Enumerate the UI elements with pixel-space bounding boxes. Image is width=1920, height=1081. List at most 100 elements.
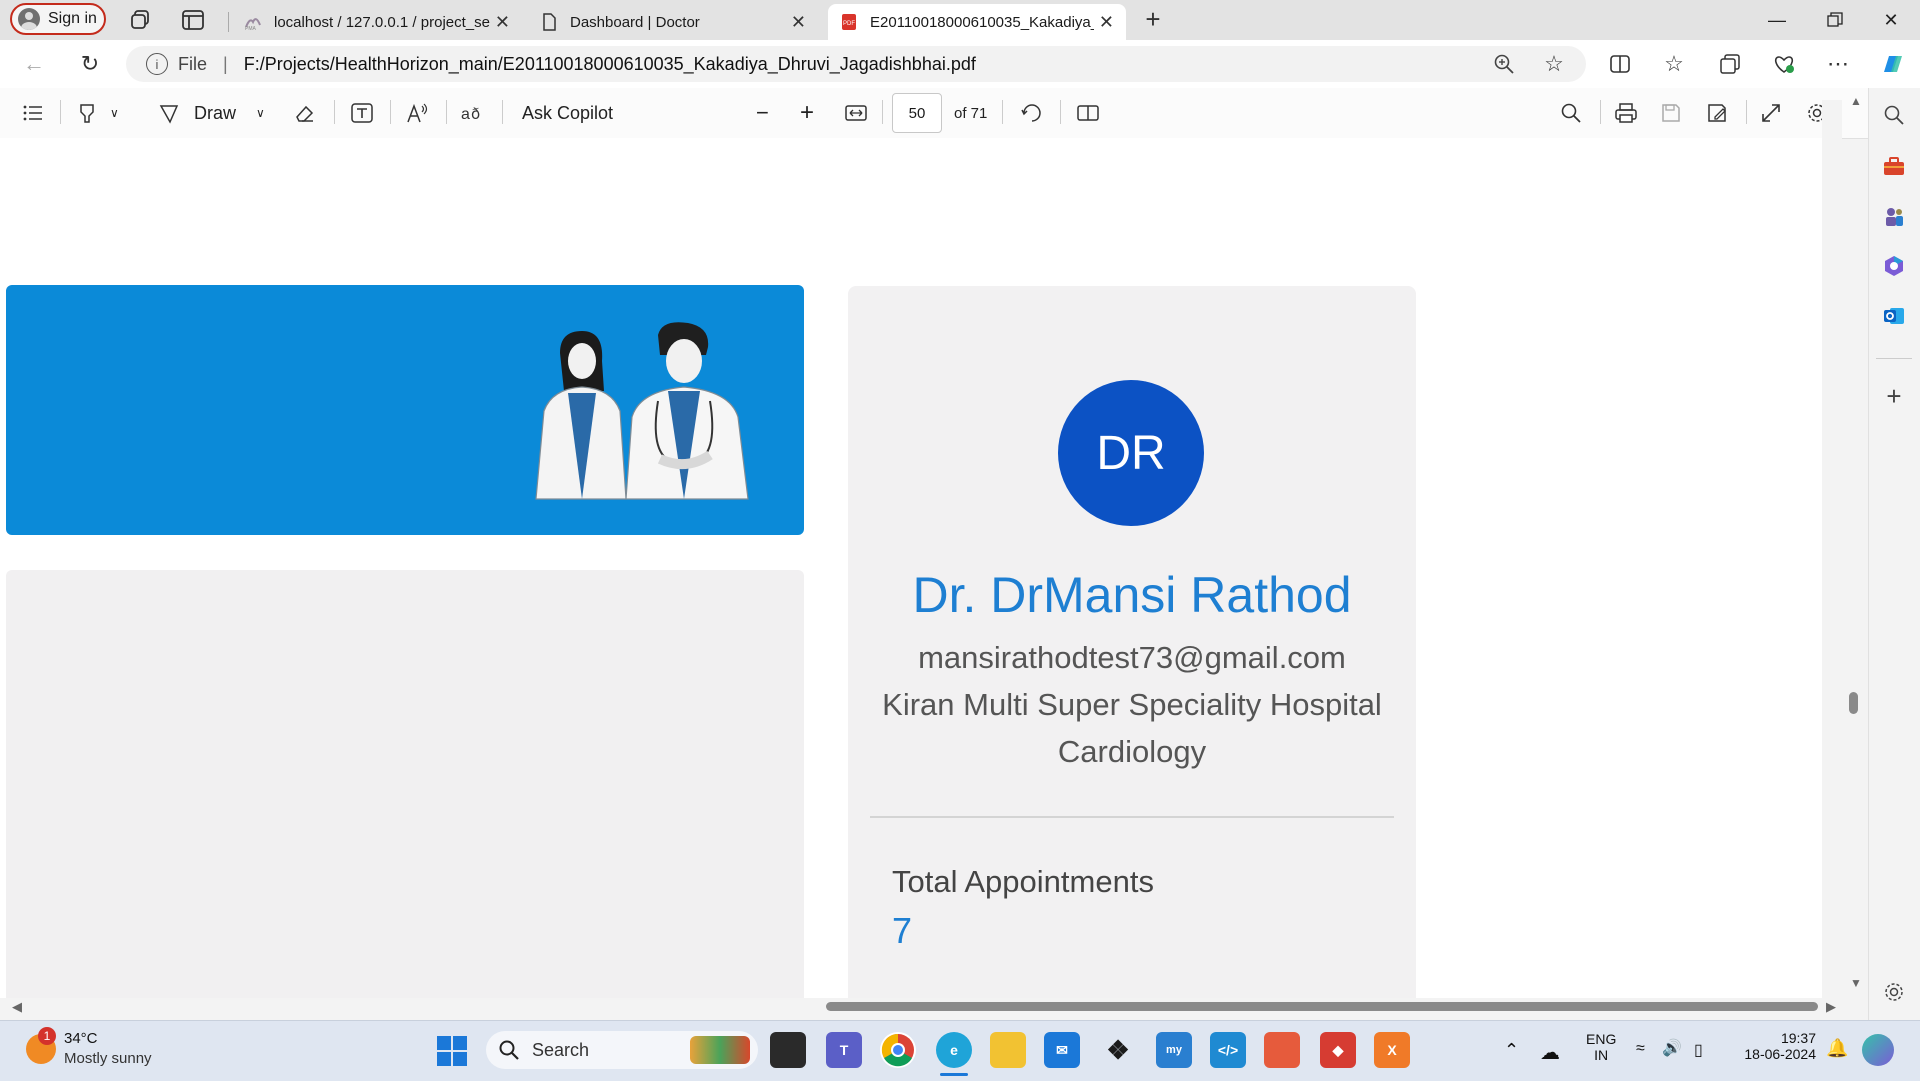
taskbar-search[interactable]: Search: [486, 1031, 758, 1069]
teams-icon[interactable]: T: [826, 1032, 862, 1068]
browser-essentials-icon[interactable]: [1770, 50, 1798, 78]
rotate-icon[interactable]: [1020, 100, 1044, 126]
restore-icon[interactable]: [1806, 0, 1864, 40]
favorites-icon[interactable]: ☆: [1660, 50, 1688, 78]
zoom-icon[interactable]: [1490, 50, 1518, 78]
vertical-scrollbar[interactable]: [1822, 100, 1842, 998]
toolbar-separator: [502, 100, 503, 124]
volume-icon[interactable]: 🔊: [1662, 1038, 1682, 1058]
start-icon[interactable]: [436, 1035, 468, 1072]
address-url[interactable]: F:/Projects/HealthHorizon_main/E20110018…: [244, 54, 976, 75]
scroll-right-icon[interactable]: ▶: [1826, 999, 1836, 1015]
anydesk-icon[interactable]: ◆: [1320, 1032, 1356, 1068]
battery-icon[interactable]: ▯: [1694, 1040, 1703, 1060]
minimize-icon[interactable]: —: [1748, 0, 1806, 40]
zoom-out-icon[interactable]: −: [756, 100, 769, 126]
workspaces-icon[interactable]: [128, 8, 154, 32]
wifi-icon[interactable]: ≈: [1636, 1040, 1645, 1058]
collections-icon[interactable]: [1716, 50, 1744, 78]
doctor-profile-card: DR Dr. DrMansi Rathod mansirathodtest73@…: [848, 286, 1416, 998]
close-tab-icon[interactable]: ✕: [1099, 12, 1114, 33]
mysql-workbench-icon[interactable]: my: [1156, 1032, 1192, 1068]
edge-icon[interactable]: e: [936, 1032, 972, 1068]
sidebar-settings-icon[interactable]: [1880, 978, 1908, 1006]
back-icon[interactable]: ←: [20, 50, 48, 78]
vscode-icon[interactable]: </>: [1210, 1032, 1246, 1068]
toolbar-separator: [1002, 100, 1003, 124]
tab-dashboard-doctor[interactable]: Dashboard | Doctor ✕: [528, 4, 818, 40]
zoom-in-icon[interactable]: +: [800, 99, 814, 126]
games-icon[interactable]: [1880, 202, 1908, 230]
svg-text:PDF: PDF: [843, 21, 855, 27]
weather-temp[interactable]: 34°C: [64, 1030, 98, 1047]
find-icon[interactable]: [1560, 100, 1582, 126]
page-view-icon[interactable]: [1076, 100, 1100, 126]
show-hidden-icons[interactable]: ⌃: [1504, 1040, 1519, 1061]
draw-button[interactable]: Draw ∨: [158, 100, 265, 126]
onedrive-icon[interactable]: ☁: [1540, 1040, 1560, 1065]
dropbox-icon[interactable]: ❖: [1100, 1032, 1136, 1068]
more-options-icon[interactable]: ⋯: [1824, 50, 1852, 78]
chevron-down-icon[interactable]: ∨: [256, 106, 265, 120]
add-text-icon[interactable]: [350, 100, 374, 126]
close-tab-icon[interactable]: ✕: [791, 12, 806, 33]
toolbar-separator: [60, 100, 61, 124]
eraser-icon[interactable]: [294, 100, 316, 126]
contents-icon[interactable]: [22, 100, 44, 126]
print-icon[interactable]: [1614, 100, 1638, 126]
scroll-left-icon[interactable]: ◀: [12, 999, 22, 1015]
weather-badge: 1: [38, 1027, 56, 1045]
microsoft-365-icon[interactable]: [1880, 252, 1908, 280]
scroll-up-icon[interactable]: ▲: [1850, 94, 1862, 108]
scroll-down-icon[interactable]: ▼: [1850, 976, 1862, 990]
vertical-tabs-icon[interactable]: [180, 8, 206, 32]
svg-text:a: a: [461, 106, 470, 123]
page-number-value: 50: [908, 104, 926, 122]
fit-page-icon[interactable]: [844, 100, 868, 126]
close-tab-icon[interactable]: ✕: [495, 12, 510, 33]
clock[interactable]: 19:37 18-06-2024: [1740, 1030, 1816, 1062]
dev-tool-icon[interactable]: [1264, 1032, 1300, 1068]
copilot-taskbar-icon[interactable]: [1862, 1034, 1894, 1066]
horizontal-scroll-thumb[interactable]: [826, 1002, 1818, 1011]
split-screen-icon[interactable]: [1606, 50, 1634, 78]
highlight-button[interactable]: ∨: [76, 100, 119, 126]
toolbar-separator: [334, 100, 335, 124]
xampp-icon[interactable]: X: [1374, 1032, 1410, 1068]
tab-title: localhost / 127.0.0.1 / project_ser: [274, 13, 490, 31]
outlook-icon[interactable]: [1880, 302, 1908, 330]
content-card: [6, 570, 804, 998]
close-window-icon[interactable]: ✕: [1862, 0, 1920, 40]
sign-in-button[interactable]: Sign in: [10, 3, 106, 35]
mail-icon[interactable]: ✉: [1044, 1032, 1080, 1068]
read-aloud-icon[interactable]: [406, 100, 430, 126]
address-bar[interactable]: i File | F:/Projects/HealthHorizon_main/…: [126, 46, 1586, 82]
page-icon: [543, 13, 556, 31]
chevron-down-icon[interactable]: ∨: [110, 106, 119, 120]
language-indicator[interactable]: ENG IN: [1586, 1031, 1616, 1063]
tab-phpmyadmin[interactable]: PMA localhost / 127.0.0.1 / project_ser …: [232, 4, 522, 40]
new-tab-icon[interactable]: +: [1140, 6, 1166, 32]
vertical-scroll-thumb[interactable]: [1849, 692, 1858, 714]
copilot-icon[interactable]: [1878, 50, 1906, 78]
ask-copilot-button[interactable]: Ask Copilot: [522, 100, 613, 126]
add-sidebar-app-icon[interactable]: +: [1880, 381, 1908, 411]
refresh-icon[interactable]: ↻: [76, 50, 104, 78]
tab-pdf[interactable]: PDF E20110018000610035_Kakadiya_ ✕: [828, 4, 1126, 40]
page-number-input[interactable]: 50: [892, 93, 942, 133]
file-explorer-icon[interactable]: [990, 1032, 1026, 1068]
fullscreen-icon[interactable]: [1760, 100, 1782, 126]
pen-icon: [159, 105, 179, 124]
chrome-icon[interactable]: [880, 1032, 916, 1068]
notification-bell-icon[interactable]: 🔔: [1826, 1038, 1848, 1059]
weather-desc[interactable]: Mostly sunny: [64, 1050, 152, 1067]
task-view-icon[interactable]: [770, 1032, 806, 1068]
favorite-star-icon[interactable]: ☆: [1540, 50, 1568, 78]
tools-icon[interactable]: [1880, 152, 1908, 180]
save-icon[interactable]: [1660, 100, 1682, 126]
info-icon[interactable]: i: [146, 53, 168, 75]
save-as-icon[interactable]: [1706, 100, 1728, 126]
sidebar-search-icon[interactable]: [1880, 101, 1908, 129]
translate-icon[interactable]: að: [460, 100, 486, 126]
page-total-label: of 71: [954, 104, 988, 122]
